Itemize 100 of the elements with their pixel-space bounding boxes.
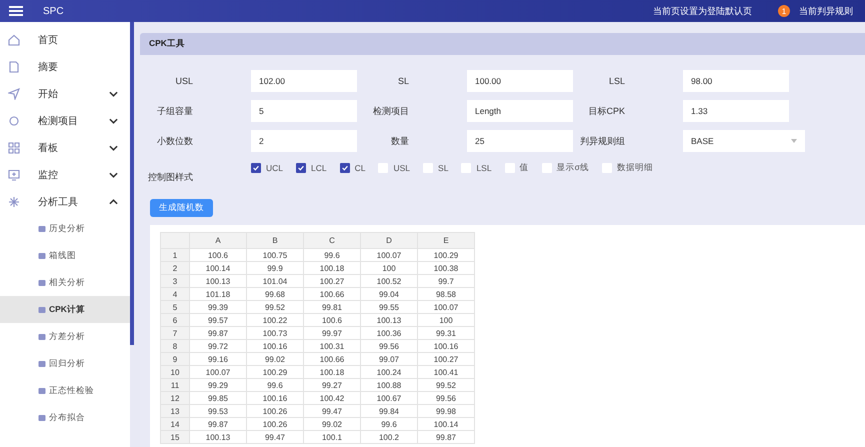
table-cell: 100.42 (304, 392, 360, 404)
row-number: 4 (160, 288, 190, 300)
caret-icon (791, 139, 797, 143)
row-number: 15 (160, 430, 190, 444)
table-cell: 100.07 (360, 248, 418, 262)
sidebar-subitem[interactable]: 正态性检验 (0, 377, 130, 404)
table-cell: 100.07 (418, 300, 474, 314)
sidebar-subitem[interactable]: 分布拟合 (0, 404, 130, 431)
checkbox[interactable]: 显示σ线 (542, 162, 589, 174)
table-cell: 100.2 (360, 430, 418, 444)
sidebar-item[interactable]: 检测项目 (0, 107, 130, 134)
checkbox[interactable]: 值 (504, 162, 529, 174)
chevron-down-icon (109, 172, 118, 178)
checkbox[interactable]: LCL (296, 162, 327, 174)
input-field[interactable]: 1.33 (683, 100, 789, 122)
table-cell: 99.56 (360, 340, 418, 352)
input-field[interactable]: 5 (251, 100, 357, 122)
table-cell: 100.18 (304, 366, 360, 378)
table-cell: 100.36 (360, 326, 418, 340)
table-cell: 99.02 (304, 418, 360, 430)
table-cell: 100.88 (360, 378, 418, 392)
table-cell: 100.41 (418, 366, 474, 378)
input-field[interactable]: 98.00 (683, 70, 789, 92)
table-cell: 100.66 (304, 352, 360, 366)
checkbox-box[interactable] (340, 163, 350, 173)
table-cell: 100.13 (190, 274, 246, 288)
table-cell: 100.13 (190, 430, 246, 444)
checkbox[interactable]: SL (423, 162, 448, 174)
column-header: A (190, 232, 246, 248)
checkbox-box[interactable] (296, 163, 306, 173)
sidebar-item[interactable]: 看板 (0, 134, 130, 161)
column-header: C (304, 232, 360, 248)
input-field[interactable]: 2 (251, 130, 357, 152)
sidebar-item[interactable]: 首页 (0, 26, 130, 53)
table-cell: 100.66 (304, 288, 360, 300)
chevron-down-icon (109, 144, 118, 150)
sidebar-item[interactable]: 分析工具 (0, 188, 130, 215)
checkbox[interactable]: CL (340, 162, 366, 174)
table-cell: 99.39 (190, 300, 246, 314)
sidebar-subitem[interactable]: CPK计算 (0, 296, 130, 323)
sidebar-subitem[interactable]: 历史分析 (0, 215, 130, 242)
table-cell: 99.87 (190, 418, 246, 430)
field-label: SL (396, 76, 410, 86)
table-cell: 100.26 (246, 418, 304, 430)
row-number: 10 (160, 366, 190, 378)
sidebar-item[interactable]: 摘要 (0, 53, 130, 80)
table-cell: 99.7 (418, 274, 474, 288)
select-field[interactable]: BASE (683, 130, 805, 152)
row-number: 8 (160, 340, 190, 352)
input-field[interactable]: 25 (467, 130, 573, 152)
table-cell: 99.04 (360, 288, 418, 300)
checkbox-box[interactable] (251, 163, 261, 173)
row-number: 9 (160, 352, 190, 366)
sidebar-item[interactable]: 监控 (0, 161, 130, 188)
table-cell: 99.9 (246, 262, 304, 274)
input-field[interactable]: 100.00 (467, 70, 573, 92)
table-cell: 99.57 (190, 314, 246, 326)
checkbox[interactable]: USL (378, 162, 410, 174)
set-default-page-link[interactable]: 当前页设置为登陆默认页 (653, 4, 752, 18)
checkbox[interactable]: 数据明细 (602, 162, 653, 174)
table-cell: 98.58 (418, 288, 474, 300)
row-number: 11 (160, 378, 190, 392)
table-cell: 99.72 (190, 340, 246, 352)
checkbox[interactable]: UCL (251, 162, 284, 174)
field-label: 数量 (390, 134, 410, 148)
sidebar-subitem[interactable]: 相关分析 (0, 269, 130, 296)
table-cell: 99.85 (190, 392, 246, 404)
table-cell: 100.73 (246, 326, 304, 340)
table-cell: 100.13 (360, 314, 418, 326)
sidebar-subitem[interactable]: 回归分析 (0, 350, 130, 377)
current-rules-link[interactable]: 当前判异规则 (799, 4, 853, 18)
field-label: 小数位数 (156, 134, 194, 148)
input-field[interactable]: 102.00 (251, 70, 357, 92)
input-field[interactable]: Length (467, 100, 573, 122)
table-cell: 100.14 (418, 418, 474, 430)
sidebar-subitem[interactable]: 箱线图 (0, 242, 130, 269)
table-cell: 100.6 (190, 248, 246, 262)
field-label: 判异规则组 (579, 134, 626, 148)
column-header: E (418, 232, 474, 248)
table-cell: 100.38 (418, 262, 474, 274)
table-cell: 100.18 (304, 262, 360, 274)
scrollbar[interactable] (130, 22, 134, 345)
table-cell: 100.52 (360, 274, 418, 288)
chevron-down-icon (109, 90, 118, 96)
table-cell: 99.6 (304, 248, 360, 262)
checkbox[interactable]: LSL (461, 162, 492, 174)
field-label: 目标CPK (587, 104, 626, 118)
notification-badge: 1 (778, 5, 790, 17)
chevron-down-icon (109, 118, 118, 124)
table-cell: 99.84 (360, 404, 418, 418)
sidebar-item[interactable]: 开始 (0, 80, 130, 107)
menu-icon[interactable] (9, 6, 23, 16)
sidebar-subitem[interactable]: 方差分析 (0, 323, 130, 350)
table-cell: 100.24 (360, 366, 418, 378)
column-header: B (246, 232, 304, 248)
table-cell: 100.31 (304, 340, 360, 352)
table-cell: 101.18 (190, 288, 246, 300)
table-cell: 100.07 (190, 366, 246, 378)
field-label: USL (174, 76, 194, 86)
app-title: SPC (43, 6, 64, 16)
